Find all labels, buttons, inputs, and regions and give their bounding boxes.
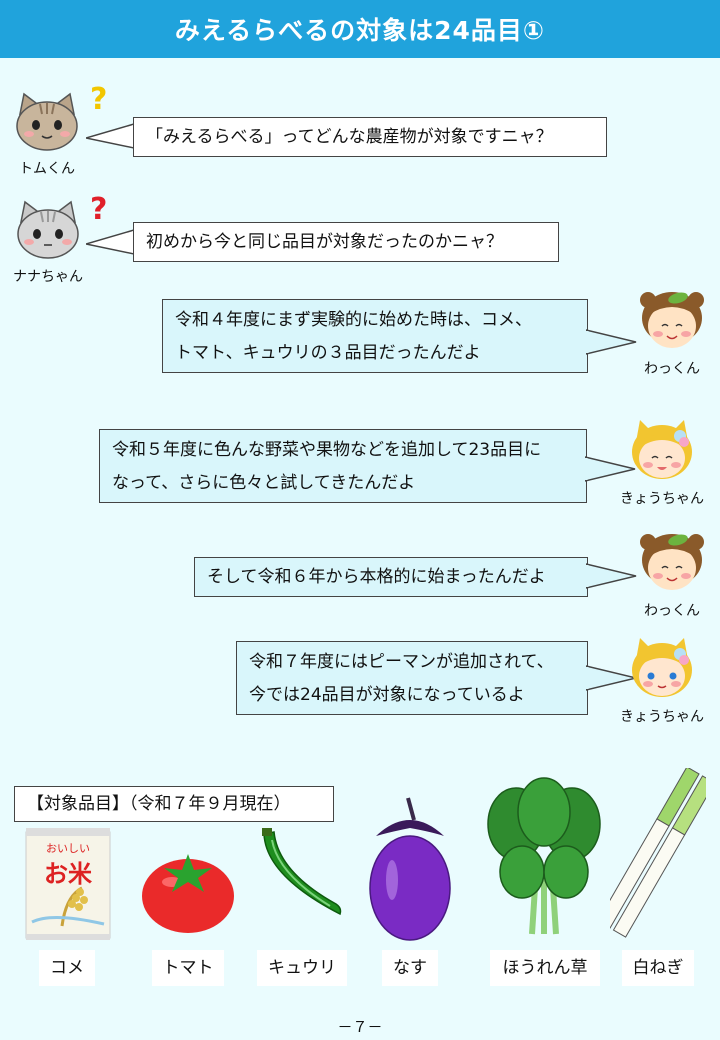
page-title: みえるらべるの対象は24品目① xyxy=(174,16,546,45)
speaker-name-kyou: きょうちゃん xyxy=(620,491,704,507)
bubble-tail xyxy=(86,229,136,255)
white-leek-image xyxy=(610,768,706,938)
speech-bubble-kyou-2: 令和７年度にはピーマンが追加されて、 今では24品目が対象になっているよ xyxy=(236,641,588,715)
items-heading: 【対象品目】（令和７年９月現在） xyxy=(14,786,334,822)
bubble-text-line: なって、さらに色々と試してきたんだよ xyxy=(112,473,416,493)
tom-cat-avatar xyxy=(16,92,78,151)
question-mark-icon: ? xyxy=(90,82,108,117)
item-label-spinach: ほうれん草 xyxy=(490,950,600,986)
bubble-text-line: 令和４年度にまず実験的に始めた時は、コメ、 xyxy=(175,310,532,330)
rice-bag-main-text: お米 xyxy=(44,860,92,888)
bubble-text-line: トマト、キュウリの３品目だったんだよ xyxy=(175,343,481,363)
page-header: みえるらべるの対象は24品目① xyxy=(0,0,720,58)
item-label-rice: コメ xyxy=(39,950,95,986)
bubble-text: 「みえるらべる」ってどんな農産物が対象ですニャ？ xyxy=(146,127,553,147)
nana-cat-avatar xyxy=(17,200,79,259)
bubble-text-line: 令和５年度に色んな野菜や果物などを追加して23品目に xyxy=(112,440,542,460)
cucumber-image xyxy=(262,828,342,916)
item-label-white-leek: 白ねぎ xyxy=(622,950,694,986)
rice-bag-top-text: おいしい xyxy=(46,842,90,855)
tomato-image xyxy=(142,854,234,933)
item-label-tomato: トマト xyxy=(152,950,224,986)
spinach-image xyxy=(487,777,601,935)
bubble-text: そして令和６年から本格的に始まったんだよ xyxy=(207,567,546,587)
waku-boy-avatar xyxy=(640,534,704,590)
bubble-tail xyxy=(586,329,637,355)
speaker-kyou-2: きょうちゃん xyxy=(612,636,712,726)
speech-bubble-nana: 初めから今と同じ品目が対象だったのかニャ？ xyxy=(133,222,559,262)
speaker-name-tom: トムくん xyxy=(19,161,75,177)
speaker-tom: トムくん xyxy=(6,92,88,178)
bubble-text: 初めから今と同じ品目が対象だったのかニャ？ xyxy=(146,232,503,252)
speaker-waku: わっくん xyxy=(632,288,712,378)
item-label-eggplant: なす xyxy=(382,950,438,986)
speaker-nana: ナナちゃん xyxy=(4,200,92,286)
bubble-text-line: 今では24品目が対象になっているよ xyxy=(249,685,525,705)
waku-boy-avatar xyxy=(640,292,704,348)
speaker-name-nana: ナナちゃん xyxy=(13,269,83,285)
speaker-name-kyou: きょうちゃん xyxy=(620,709,704,725)
question-mark-icon: ? xyxy=(90,192,108,227)
kyou-girl-avatar xyxy=(632,638,692,697)
speech-bubble-waku-2: そして令和６年から本格的に始まったんだよ xyxy=(194,557,588,597)
bubble-tail xyxy=(586,563,637,589)
bubble-text-line: 令和７年度にはピーマンが追加されて、 xyxy=(249,652,554,672)
item-label-cucumber: キュウリ xyxy=(257,950,347,986)
speech-bubble-kyou-1: 令和５年度に色んな野菜や果物などを追加して23品目に なって、さらに色々と試して… xyxy=(99,429,587,503)
bubble-tail xyxy=(86,123,136,149)
rice-bag-image: おいしい お米 xyxy=(25,828,111,940)
speech-bubble-waku-1: 令和４年度にまず実験的に始めた時は、コメ、 トマト、キュウリの３品目だったんだよ xyxy=(162,299,588,373)
page-number: －７－ xyxy=(337,1018,383,1036)
speaker-name-waku: わっくん xyxy=(644,361,700,377)
speaker-waku-2: わっくん xyxy=(632,530,712,620)
speaker-kyou: きょうちゃん xyxy=(612,418,712,508)
speech-bubble-tom: 「みえるらべる」ってどんな農産物が対象ですニャ？ xyxy=(133,117,607,157)
items-heading-text: 【対象品目】（令和７年９月現在） xyxy=(27,794,291,814)
eggplant-image xyxy=(369,797,451,941)
kyou-girl-avatar xyxy=(632,420,692,479)
speaker-name-waku: わっくん xyxy=(644,603,700,619)
